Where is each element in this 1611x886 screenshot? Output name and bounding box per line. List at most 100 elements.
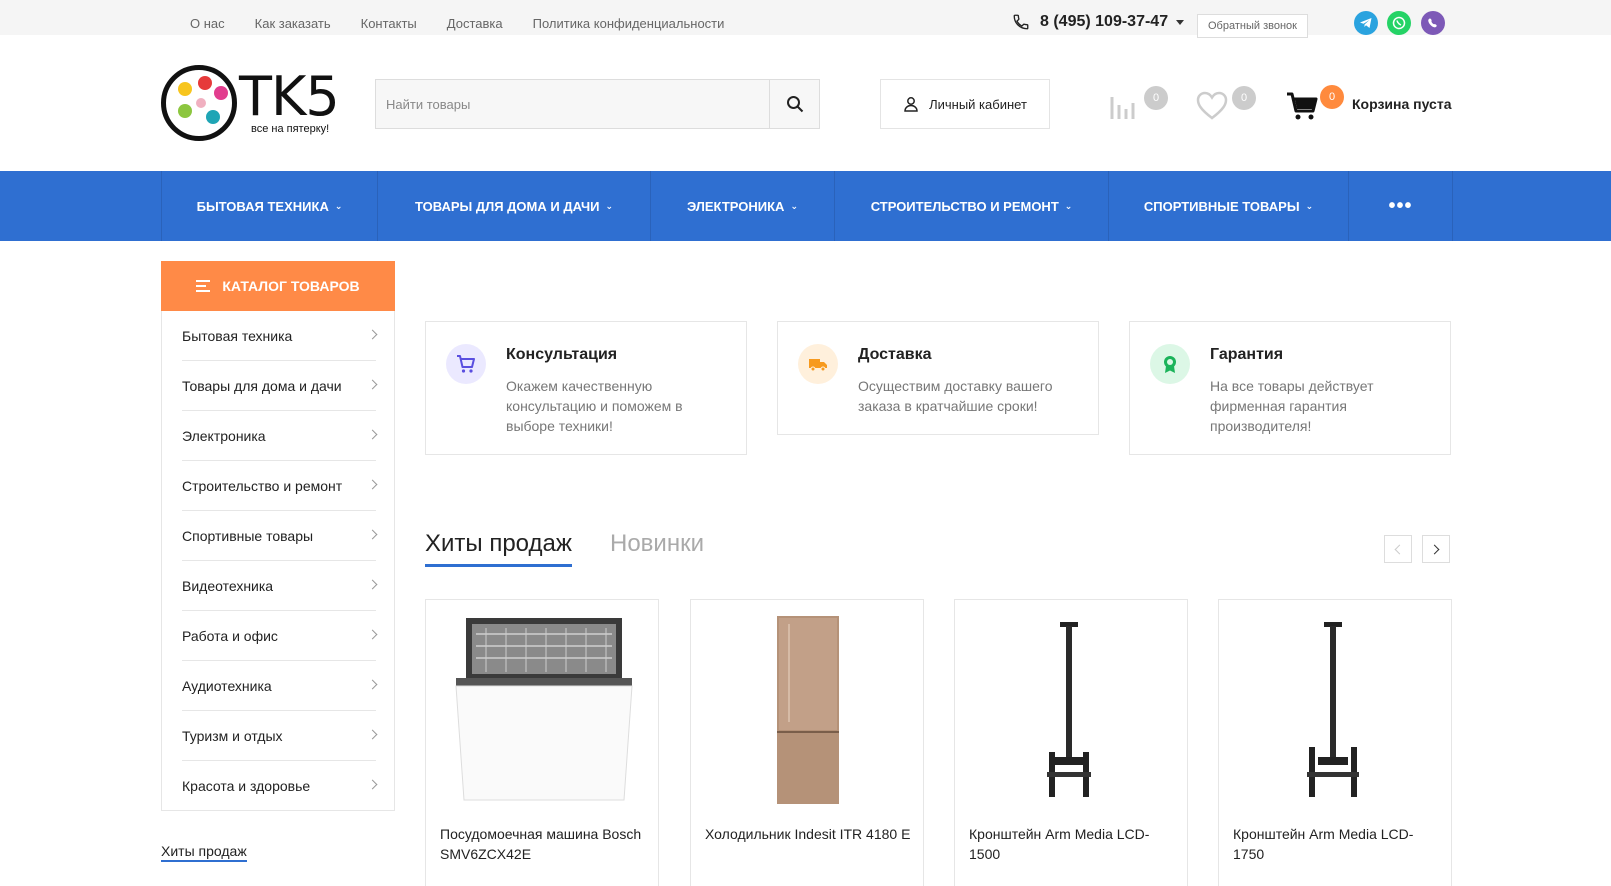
catalog-item-label: Туризм и отдых: [182, 727, 283, 744]
product-card[interactable]: Кронштейн Arm Media LCD-1750: [1218, 599, 1452, 886]
cart-count: 0: [1320, 85, 1344, 109]
chevron-down-icon: ⌄: [334, 200, 343, 211]
feature-title: Доставка: [858, 346, 932, 363]
catalog-item-home-garden[interactable]: Товары для дома и дачи: [182, 361, 378, 411]
favorites-button[interactable]: 0: [1196, 86, 1256, 126]
product-card[interactable]: Холодильник Indesit ITR 4180 E: [690, 599, 924, 886]
logo[interactable]: TK5 все на пятерку!: [161, 65, 346, 141]
logo-slogan: все на пятерку!: [251, 123, 330, 135]
cart-icon: [446, 344, 486, 384]
product-name: Кронштейн Arm Media LCD-1500: [969, 826, 1150, 862]
catalog-list: Бытовая техника Товары для дома и дачи Э…: [161, 311, 395, 811]
heart-icon: [1196, 91, 1228, 120]
feature-text: Осуществим доставку вашего заказа в крат…: [858, 378, 1053, 414]
search-input[interactable]: [376, 80, 771, 128]
dishwasher-image: [455, 618, 633, 801]
chevron-right-icon: [1429, 544, 1440, 555]
product-name: Кронштейн Arm Media LCD-1750: [1233, 826, 1414, 862]
top-link-delivery[interactable]: Доставка: [447, 16, 503, 31]
top-link-contacts[interactable]: Контакты: [361, 16, 417, 31]
favorites-count: 0: [1232, 86, 1256, 110]
catalog-item-label: Строительство и ремонт: [182, 477, 343, 494]
catalog-button[interactable]: КАТАЛОГ ТОВАРОВ: [161, 261, 395, 311]
callback-button[interactable]: Обратный звонок: [1197, 14, 1308, 38]
catalog-button-label: КАТАЛОГ ТОВАРОВ: [222, 278, 360, 294]
nav-item-appliances[interactable]: БЫТОВАЯ ТЕХНИКА ⌄: [162, 171, 378, 241]
user-icon: [904, 97, 918, 112]
tab-hits[interactable]: Хиты продаж: [425, 530, 572, 567]
cart-button[interactable]: 0: [1286, 85, 1344, 126]
chevron-down-icon: ⌄: [1064, 200, 1073, 211]
nav-item-sports[interactable]: СПОРТИВНЫЕ ТОВАРЫ ⌄: [1109, 171, 1349, 241]
catalog-item-office[interactable]: Работа и офис: [182, 611, 378, 661]
catalog-item-audio[interactable]: Аудиотехника: [182, 661, 378, 711]
feature-title: Консультация: [506, 346, 618, 363]
chevron-right-icon: [367, 529, 378, 540]
sidebar-tab-hits[interactable]: Хиты продаж: [161, 843, 247, 862]
chevron-down-icon: ⌄: [790, 200, 798, 211]
chevron-right-icon: [367, 629, 378, 640]
logo-circle: [161, 65, 237, 141]
catalog-item-beauty[interactable]: Красота и здоровье: [182, 761, 378, 811]
nav-item-label: ТОВАРЫ ДЛЯ ДОМА И ДАЧИ: [414, 198, 600, 214]
catalog-item-construction[interactable]: Строительство и ремонт: [182, 461, 378, 511]
top-links: О нас Как заказать Контакты Доставка Пол…: [190, 16, 754, 31]
top-link-how-to-order[interactable]: Как заказать: [255, 16, 331, 31]
chevron-left-icon: [1394, 544, 1405, 555]
feature-delivery: Доставка Осуществим доставку вашего зака…: [777, 321, 1099, 435]
catalog-item-label: Электроника: [182, 427, 266, 444]
cart-label[interactable]: Корзина пуста: [1352, 96, 1451, 112]
chevron-right-icon: [367, 579, 378, 590]
chevron-down-icon: ⌄: [605, 200, 614, 211]
chevron-right-icon: [367, 479, 378, 490]
top-link-about[interactable]: О нас: [190, 16, 225, 31]
chevron-right-icon: [367, 679, 378, 690]
product-card[interactable]: Посудомоечная машина Bosch SMV6ZCX42E: [425, 599, 659, 886]
account-label: Личный кабинет: [929, 96, 1027, 112]
chevron-right-icon: [367, 379, 378, 390]
chevron-down-icon: [1176, 19, 1185, 25]
nav-item-electronics[interactable]: ЭЛЕКТРОНИКА ⌄: [651, 171, 835, 241]
phone-icon: [1013, 14, 1029, 30]
catalog-item-label: Работа и офис: [182, 627, 278, 644]
viber-icon[interactable]: [1421, 11, 1445, 35]
feature-consultation: Консультация Окажем качественную консуль…: [425, 321, 747, 455]
chevron-down-icon: ⌄: [1305, 200, 1314, 211]
product-card[interactable]: Кронштейн Arm Media LCD-1500: [954, 599, 1188, 886]
chevron-right-icon: [367, 729, 378, 740]
telegram-icon[interactable]: [1354, 11, 1378, 35]
whatsapp-icon[interactable]: [1387, 11, 1411, 35]
logo-text: TK5: [239, 65, 340, 128]
feature-title: Гарантия: [1210, 346, 1284, 363]
search-button[interactable]: [769, 80, 819, 128]
truck-icon: [798, 344, 838, 384]
top-link-privacy[interactable]: Политика конфиденциальности: [533, 16, 725, 31]
nav-more-button[interactable]: •••: [1349, 171, 1453, 241]
nav-item-construction[interactable]: СТРОИТЕЛЬСТВО И РЕМОНТ ⌄: [835, 171, 1109, 241]
bracket-image: [1307, 622, 1359, 797]
main-nav: БЫТОВАЯ ТЕХНИКА ⌄ ТОВАРЫ ДЛЯ ДОМА И ДАЧИ ⌄…: [0, 171, 1611, 241]
account-button[interactable]: Личный кабинет: [880, 79, 1050, 129]
catalog-item-label: Видеотехника: [182, 577, 274, 594]
catalog-item-electronics[interactable]: Электроника: [182, 411, 378, 461]
nav-item-label: СПОРТИВНЫЕ ТОВАРЫ: [1143, 198, 1300, 214]
more-icon: •••: [1388, 195, 1413, 217]
catalog-item-label: Спортивные товары: [182, 527, 314, 544]
slider-next-button[interactable]: [1422, 535, 1450, 563]
feature-warranty: Гарантия На все товары действует фирменн…: [1129, 321, 1451, 455]
catalog-item-video[interactable]: Видеотехника: [182, 561, 378, 611]
catalog-item-tourism[interactable]: Туризм и отдых: [182, 711, 378, 761]
compare-count: 0: [1144, 86, 1168, 110]
catalog-item-sports[interactable]: Спортивные товары: [182, 511, 378, 561]
phone-dropdown[interactable]: 8 (495) 109-37-47: [1012, 13, 1185, 31]
catalog-item-label: Бытовая техника: [182, 327, 293, 344]
catalog-item-label: Красота и здоровье: [182, 778, 311, 794]
slider-prev-button[interactable]: [1384, 535, 1412, 563]
nav-item-label: БЫТОВАЯ ТЕХНИКА: [196, 198, 329, 214]
catalog-item-label: Аудиотехника: [182, 677, 272, 694]
nav-item-home-garden[interactable]: ТОВАРЫ ДЛЯ ДОМА И ДАЧИ ⌄: [378, 171, 651, 241]
catalog-item-appliances[interactable]: Бытовая техника: [182, 311, 378, 361]
tab-new[interactable]: Новинки: [610, 530, 704, 558]
nav-item-label: ЭЛЕКТРОНИКА: [687, 198, 785, 214]
compare-button[interactable]: 0: [1108, 86, 1168, 126]
